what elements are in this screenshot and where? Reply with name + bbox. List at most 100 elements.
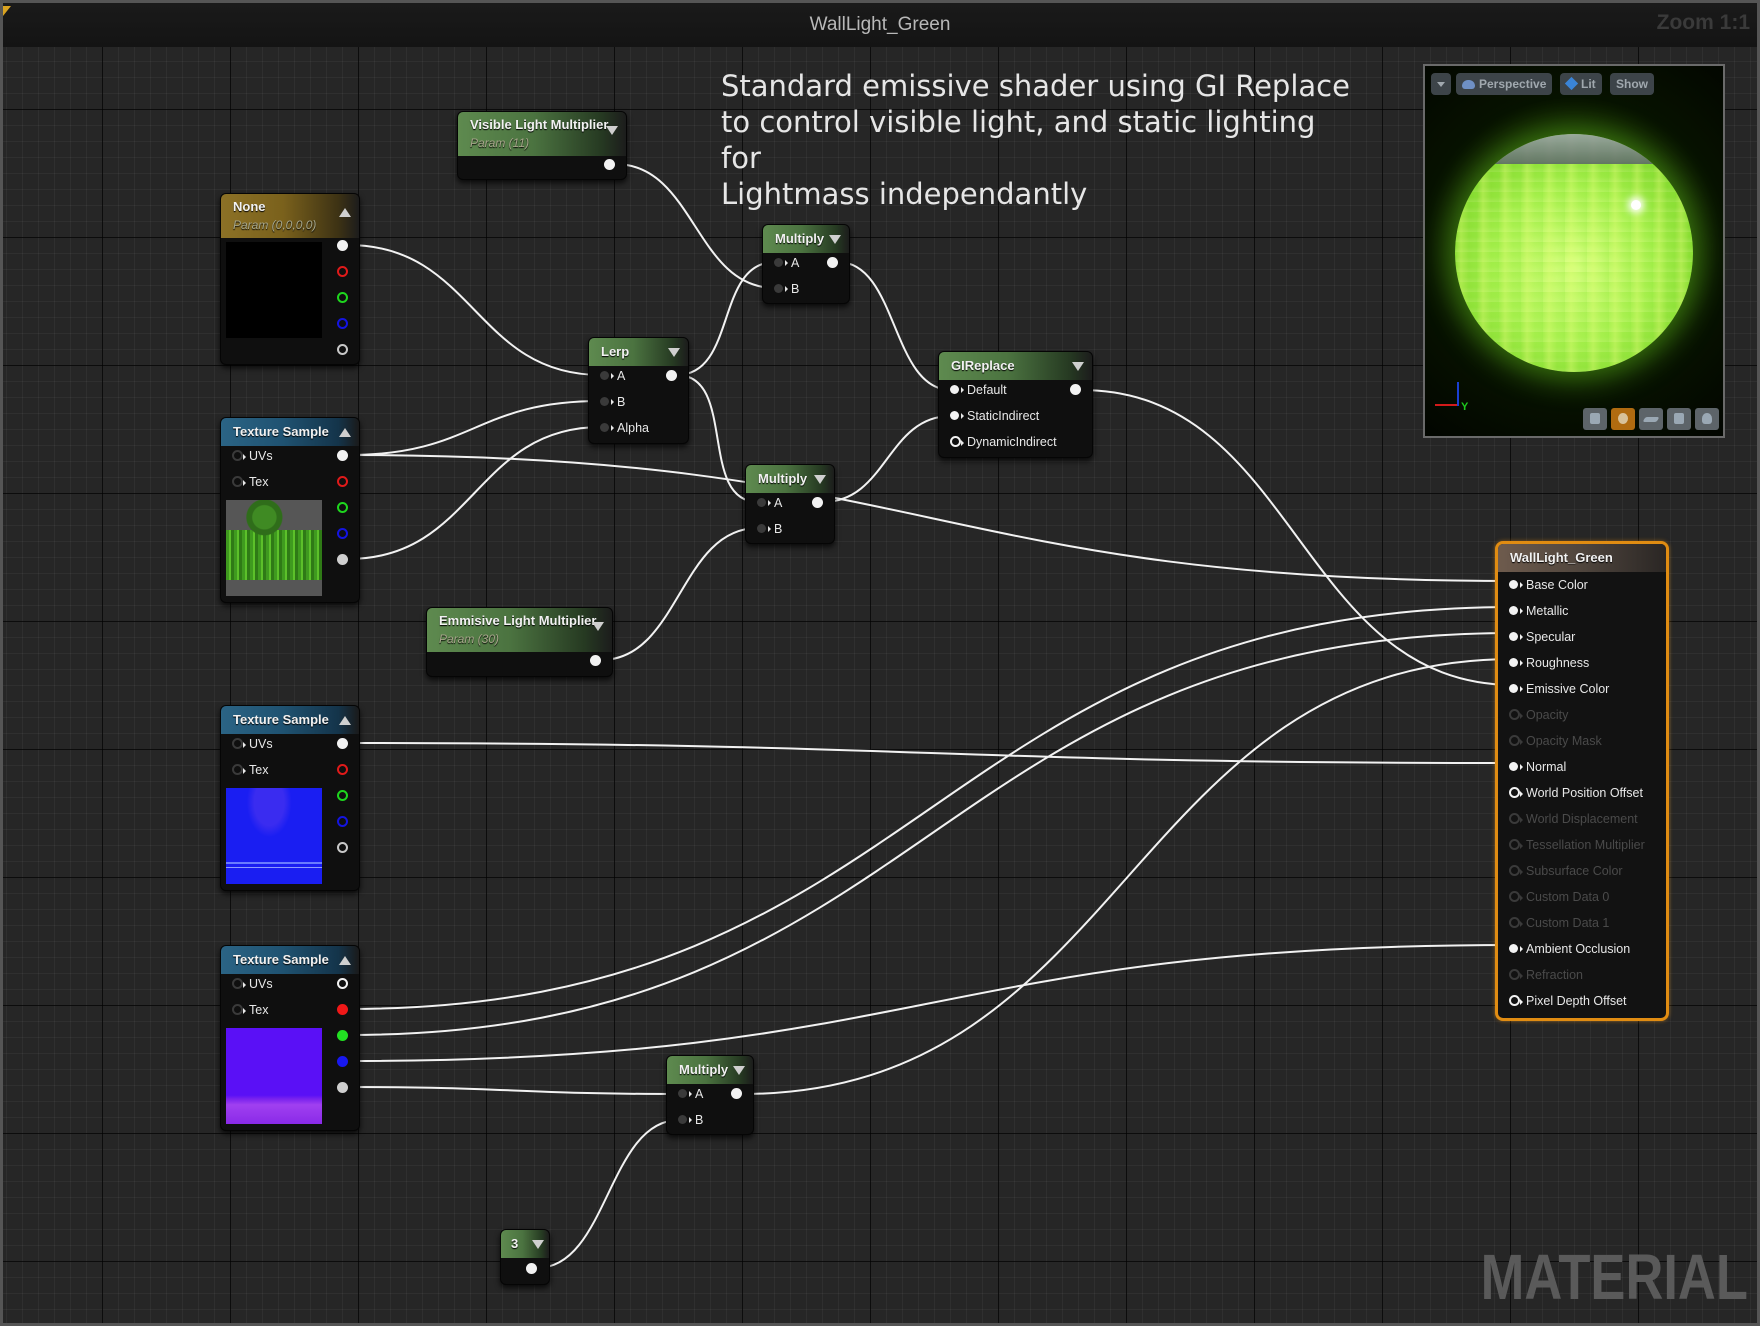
output-pin-rgba[interactable] xyxy=(337,978,348,989)
input-pin-tex[interactable] xyxy=(232,476,246,487)
input-pin-a[interactable] xyxy=(600,371,614,380)
output-pin[interactable] xyxy=(731,1088,742,1099)
collapse-arrow-icon[interactable] xyxy=(339,428,351,437)
dropdown-arrow-icon[interactable] xyxy=(1072,362,1084,371)
dropdown-arrow-icon[interactable] xyxy=(829,235,841,244)
output-pin-r[interactable] xyxy=(337,476,348,487)
result-input-pin[interactable] xyxy=(1509,917,1523,928)
result-input-pin[interactable] xyxy=(1509,580,1523,589)
result-input-pin[interactable] xyxy=(1509,839,1523,850)
dropdown-arrow-icon[interactable] xyxy=(606,126,618,135)
output-pin-a[interactable] xyxy=(337,554,348,565)
visible-light-multiplier-node[interactable]: Visible Light Multiplier Param (11) xyxy=(457,111,627,180)
input-pin-dynamic-indirect[interactable] xyxy=(950,436,964,447)
result-input-pin[interactable] xyxy=(1509,762,1523,771)
dropdown-arrow-icon[interactable] xyxy=(668,348,680,357)
input-pin-b[interactable] xyxy=(774,284,788,293)
input-pin-uvs[interactable] xyxy=(232,450,246,461)
result-input-pin[interactable] xyxy=(1509,709,1523,720)
input-pin-b[interactable] xyxy=(757,524,771,533)
output-pin-r[interactable] xyxy=(337,764,348,775)
node-header[interactable]: Emmisive Light Multiplier Param (30) xyxy=(427,608,612,652)
node-header[interactable]: Texture Sample xyxy=(221,706,359,734)
input-pin-default[interactable] xyxy=(950,385,964,394)
node-header[interactable]: WallLight_Green xyxy=(1498,544,1666,572)
vector-parameter-node[interactable]: None Param (0,0,0,0) xyxy=(220,193,360,365)
output-pin-a[interactable] xyxy=(337,842,348,853)
plane-icon[interactable] xyxy=(1639,408,1663,430)
output-pin-rgba[interactable] xyxy=(337,738,348,749)
result-input-pin[interactable] xyxy=(1509,658,1523,667)
texture-sample-node-2[interactable]: Texture Sample UVs Tex xyxy=(220,705,360,891)
node-header[interactable]: Texture Sample xyxy=(221,418,359,446)
output-pin-a[interactable] xyxy=(337,344,348,355)
output-pin-b[interactable] xyxy=(337,528,348,539)
result-input-pin[interactable] xyxy=(1509,969,1523,980)
result-input-pin[interactable] xyxy=(1509,684,1523,693)
graph-comment[interactable]: Standard emissive shader using GI Replac… xyxy=(721,68,1361,212)
multiply-node-1[interactable]: Multiply A B xyxy=(762,224,850,304)
result-input-pin[interactable] xyxy=(1509,995,1523,1006)
material-result-node[interactable]: WallLight_Green Base Color Metallic Specul… xyxy=(1495,541,1669,1021)
output-pin-rgba[interactable] xyxy=(337,450,348,461)
input-pin-a[interactable] xyxy=(757,498,771,507)
cube-icon[interactable] xyxy=(1667,408,1691,430)
output-pin-r[interactable] xyxy=(337,266,348,277)
node-header[interactable]: Multiply xyxy=(746,465,834,493)
output-pin[interactable] xyxy=(812,497,823,508)
dropdown-arrow-icon[interactable] xyxy=(532,1240,544,1249)
result-input-pin[interactable] xyxy=(1509,865,1523,876)
preview-viewport[interactable]: Perspective Lit Show Y xyxy=(1423,64,1725,438)
output-pin-g[interactable] xyxy=(337,790,348,801)
result-input-pin[interactable] xyxy=(1509,735,1523,746)
input-pin-a[interactable] xyxy=(678,1089,692,1098)
result-input-pin[interactable] xyxy=(1509,606,1523,615)
output-pin[interactable] xyxy=(827,257,838,268)
perspective-button[interactable]: Perspective xyxy=(1456,73,1553,95)
input-pin-static-indirect[interactable] xyxy=(950,411,964,420)
multiply-node-3[interactable]: Multiply A B xyxy=(666,1055,754,1135)
output-pin[interactable] xyxy=(1070,384,1081,395)
result-input-pin[interactable] xyxy=(1509,944,1523,953)
dropdown-arrow-icon[interactable] xyxy=(592,622,604,631)
cylinder-icon[interactable] xyxy=(1583,408,1607,430)
custom-mesh-icon[interactable] xyxy=(1695,408,1719,430)
output-pin-a[interactable] xyxy=(337,1082,348,1093)
node-header[interactable]: Texture Sample xyxy=(221,946,359,974)
multiply-node-2[interactable]: Multiply A B xyxy=(745,464,835,544)
collapse-arrow-icon[interactable] xyxy=(339,716,351,725)
node-header[interactable]: None Param (0,0,0,0) xyxy=(221,194,359,238)
sphere-icon[interactable] xyxy=(1611,408,1635,430)
output-pin-b[interactable] xyxy=(337,816,348,827)
input-pin-tex[interactable] xyxy=(232,1004,246,1015)
output-pin-b[interactable] xyxy=(337,318,348,329)
output-pin[interactable] xyxy=(604,159,615,170)
gi-replace-node[interactable]: GIReplace Default StaticIndirect Dynamic… xyxy=(938,351,1093,458)
emissive-light-multiplier-node[interactable]: Emmisive Light Multiplier Param (30) xyxy=(426,607,613,677)
result-input-pin[interactable] xyxy=(1509,787,1523,798)
dropdown-arrow-icon[interactable] xyxy=(814,475,826,484)
node-header[interactable]: Visible Light Multiplier Param (11) xyxy=(458,112,626,156)
input-pin-uvs[interactable] xyxy=(232,738,246,749)
node-header[interactable]: GIReplace xyxy=(939,352,1092,380)
result-input-pin[interactable] xyxy=(1509,632,1523,641)
output-pin-g[interactable] xyxy=(337,1030,348,1041)
lit-button[interactable]: Lit xyxy=(1560,73,1602,95)
input-pin-b[interactable] xyxy=(600,397,614,406)
texture-sample-node-1[interactable]: Texture Sample UVs Tex xyxy=(220,417,360,603)
output-pin-g[interactable] xyxy=(337,292,348,303)
node-header[interactable]: Multiply xyxy=(667,1056,753,1084)
input-pin-uvs[interactable] xyxy=(232,978,246,989)
output-pin-b[interactable] xyxy=(337,1056,348,1067)
result-input-pin[interactable] xyxy=(1509,813,1523,824)
output-pin-rgba[interactable] xyxy=(337,240,348,251)
input-pin-b[interactable] xyxy=(678,1115,692,1124)
show-button[interactable]: Show xyxy=(1610,73,1654,95)
node-header[interactable]: 3 xyxy=(501,1230,549,1258)
input-pin-tex[interactable] xyxy=(232,764,246,775)
dropdown-arrow-icon[interactable] xyxy=(733,1066,745,1075)
output-pin[interactable] xyxy=(590,655,601,666)
lerp-node[interactable]: Lerp A B Alpha xyxy=(588,337,689,444)
output-pin-g[interactable] xyxy=(337,502,348,513)
input-pin-a[interactable] xyxy=(774,258,788,267)
